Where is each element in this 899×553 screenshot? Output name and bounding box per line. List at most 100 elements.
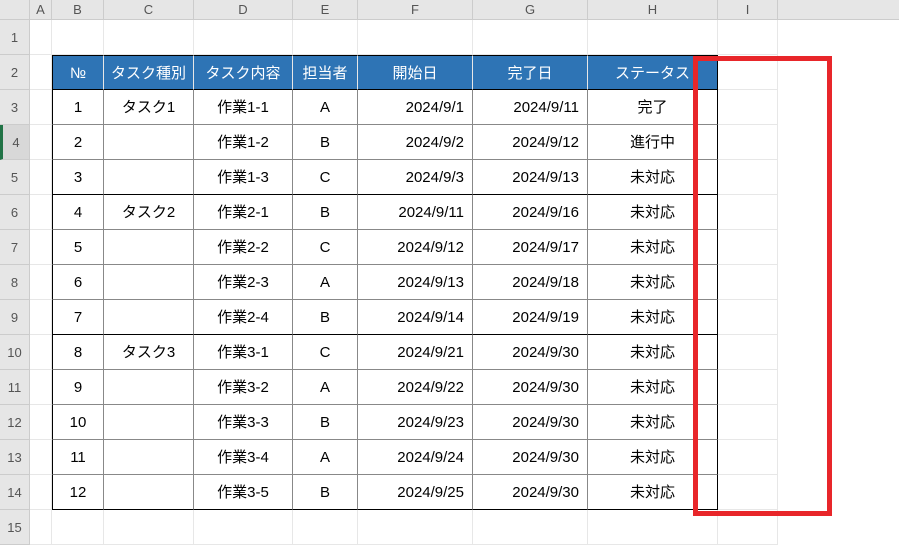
cell-D13[interactable]: 作業3-4 (194, 440, 293, 475)
cell-E1[interactable] (293, 20, 358, 55)
cell-A8[interactable] (30, 265, 52, 300)
cell-H14[interactable]: 未対応 (588, 475, 718, 510)
cell-D11[interactable]: 作業3-2 (194, 370, 293, 405)
cell-G7[interactable]: 2024/9/17 (473, 230, 588, 265)
cell-A4[interactable] (30, 125, 52, 160)
col-header-A[interactable]: A (30, 0, 52, 19)
row-header-15[interactable]: 15 (0, 510, 30, 545)
cell-C7[interactable] (104, 230, 194, 265)
cell-F1[interactable] (358, 20, 473, 55)
row-header-14[interactable]: 14 (0, 475, 30, 510)
cell-H9[interactable]: 未対応 (588, 300, 718, 335)
cell-H15[interactable] (588, 510, 718, 545)
row-header-6[interactable]: 6 (0, 195, 30, 230)
cell-E14[interactable]: B (293, 475, 358, 510)
cell-C2[interactable]: タスク種別 (104, 55, 194, 90)
cell-D15[interactable] (194, 510, 293, 545)
cell-I3[interactable] (718, 90, 778, 125)
cell-F14[interactable]: 2024/9/25 (358, 475, 473, 510)
cell-H2[interactable]: ステータス (588, 55, 718, 90)
cell-D1[interactable] (194, 20, 293, 55)
cell-I8[interactable] (718, 265, 778, 300)
cell-F10[interactable]: 2024/9/21 (358, 335, 473, 370)
cell-D10[interactable]: 作業3-1 (194, 335, 293, 370)
cell-B15[interactable] (52, 510, 104, 545)
cell-C3[interactable]: タスク1 (104, 90, 194, 125)
cell-F4[interactable]: 2024/9/2 (358, 125, 473, 160)
cell-C11[interactable] (104, 370, 194, 405)
cell-D8[interactable]: 作業2-3 (194, 265, 293, 300)
cell-B11[interactable]: 9 (52, 370, 104, 405)
cell-D12[interactable]: 作業3-3 (194, 405, 293, 440)
cell-I5[interactable] (718, 160, 778, 195)
cell-E9[interactable]: B (293, 300, 358, 335)
cell-E2[interactable]: 担当者 (293, 55, 358, 90)
cell-A6[interactable] (30, 195, 52, 230)
cell-F3[interactable]: 2024/9/1 (358, 90, 473, 125)
cell-A15[interactable] (30, 510, 52, 545)
cell-E5[interactable]: C (293, 160, 358, 195)
col-header-E[interactable]: E (293, 0, 358, 19)
cell-H8[interactable]: 未対応 (588, 265, 718, 300)
cell-F12[interactable]: 2024/9/23 (358, 405, 473, 440)
cell-B3[interactable]: 1 (52, 90, 104, 125)
row-header-2[interactable]: 2 (0, 55, 30, 90)
cell-G10[interactable]: 2024/9/30 (473, 335, 588, 370)
col-header-F[interactable]: F (358, 0, 473, 19)
cell-D6[interactable]: 作業2-1 (194, 195, 293, 230)
cell-B6[interactable]: 4 (52, 195, 104, 230)
cell-G9[interactable]: 2024/9/19 (473, 300, 588, 335)
cell-B10[interactable]: 8 (52, 335, 104, 370)
cell-A9[interactable] (30, 300, 52, 335)
cell-B13[interactable]: 11 (52, 440, 104, 475)
cell-H1[interactable] (588, 20, 718, 55)
cell-B4[interactable]: 2 (52, 125, 104, 160)
cell-C1[interactable] (104, 20, 194, 55)
cell-D5[interactable]: 作業1-3 (194, 160, 293, 195)
cell-B7[interactable]: 5 (52, 230, 104, 265)
cell-I15[interactable] (718, 510, 778, 545)
cell-B8[interactable]: 6 (52, 265, 104, 300)
cell-E4[interactable]: B (293, 125, 358, 160)
row-header-4[interactable]: 4 (0, 125, 30, 160)
cell-G2[interactable]: 完了日 (473, 55, 588, 90)
cell-A7[interactable] (30, 230, 52, 265)
cell-A14[interactable] (30, 475, 52, 510)
cell-I7[interactable] (718, 230, 778, 265)
cell-B1[interactable] (52, 20, 104, 55)
row-header-3[interactable]: 3 (0, 90, 30, 125)
cell-E6[interactable]: B (293, 195, 358, 230)
cell-C14[interactable] (104, 475, 194, 510)
col-header-B[interactable]: B (52, 0, 104, 19)
cell-D7[interactable]: 作業2-2 (194, 230, 293, 265)
cell-F9[interactable]: 2024/9/14 (358, 300, 473, 335)
cell-F15[interactable] (358, 510, 473, 545)
cell-C8[interactable] (104, 265, 194, 300)
cell-A11[interactable] (30, 370, 52, 405)
cell-F11[interactable]: 2024/9/22 (358, 370, 473, 405)
cell-E7[interactable]: C (293, 230, 358, 265)
row-header-5[interactable]: 5 (0, 160, 30, 195)
cell-G11[interactable]: 2024/9/30 (473, 370, 588, 405)
cell-F8[interactable]: 2024/9/13 (358, 265, 473, 300)
cell-G3[interactable]: 2024/9/11 (473, 90, 588, 125)
cell-H10[interactable]: 未対応 (588, 335, 718, 370)
cell-D2[interactable]: タスク内容 (194, 55, 293, 90)
cell-B2[interactable]: № (52, 55, 104, 90)
cell-H3[interactable]: 完了 (588, 90, 718, 125)
cell-D9[interactable]: 作業2-4 (194, 300, 293, 335)
col-header-I[interactable]: I (718, 0, 778, 19)
cell-I10[interactable] (718, 335, 778, 370)
cell-C10[interactable]: タスク3 (104, 335, 194, 370)
col-header-D[interactable]: D (194, 0, 293, 19)
cell-E3[interactable]: A (293, 90, 358, 125)
cell-G6[interactable]: 2024/9/16 (473, 195, 588, 230)
cell-E15[interactable] (293, 510, 358, 545)
cell-E12[interactable]: B (293, 405, 358, 440)
cell-C5[interactable] (104, 160, 194, 195)
cell-E13[interactable]: A (293, 440, 358, 475)
cell-A2[interactable] (30, 55, 52, 90)
cell-B14[interactable]: 12 (52, 475, 104, 510)
cell-E8[interactable]: A (293, 265, 358, 300)
select-all-corner[interactable] (0, 0, 30, 19)
